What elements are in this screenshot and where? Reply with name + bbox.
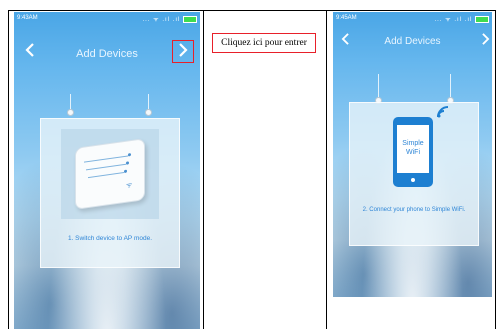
phone-screenshot-step1: 9:43AM ... ᯤ .ıl .ıl Add Devices ᯤ 1. Sw…	[14, 12, 200, 329]
card-pin-left	[67, 109, 74, 116]
router-led	[128, 153, 131, 157]
wifi-icon	[436, 105, 450, 122]
router-line	[84, 155, 128, 163]
card-hanger-left	[378, 74, 379, 99]
table-border-top	[8, 10, 496, 11]
phone-illustration: Simple WiFi	[393, 117, 433, 187]
next-button[interactable]	[481, 32, 490, 50]
status-time: 9:43AM	[17, 15, 38, 21]
router-line	[88, 172, 124, 179]
card-pin-right	[145, 109, 152, 116]
signal-icon: ... ᯤ .ıl .ıl	[142, 17, 181, 23]
router-line	[86, 163, 126, 171]
phone-label-line1: Simple	[402, 140, 424, 147]
signal-icon: ... ᯤ .ıl .ıl	[434, 17, 473, 23]
table-border-right	[495, 10, 496, 329]
step-caption: 2. Connect your phone to Simple WiFi.	[362, 207, 466, 213]
phone-screenshot-step2: 9:45AM ... ᯤ .ıl .ıl Add Devices Simple …	[333, 12, 492, 297]
router-led	[124, 169, 127, 174]
table-border-left	[8, 10, 9, 329]
table-divider-2	[326, 10, 327, 329]
status-time: 9:45AM	[336, 15, 357, 21]
router-illustration: ᯤ	[75, 138, 145, 210]
chevron-right-icon	[482, 33, 490, 45]
wifi-icon: ᯤ	[126, 181, 133, 190]
status-bar: 9:43AM ... ᯤ .ıl .ıl	[14, 12, 200, 26]
card-hanger-right	[450, 74, 451, 99]
status-icons: ... ᯤ .ıl .ıl	[142, 15, 197, 23]
step-caption: 1. Switch device to AP mode.	[67, 235, 153, 242]
next-button-highlight	[172, 40, 194, 63]
table-divider-1	[203, 10, 204, 329]
battery-icon	[183, 15, 197, 23]
phone-label-line2: WiFi	[406, 149, 420, 156]
page-title: Add Devices	[384, 36, 441, 47]
battery-icon	[475, 15, 489, 23]
status-icons: ... ᯤ .ıl .ıl	[434, 15, 489, 23]
status-bar: 9:45AM ... ᯤ .ıl .ıl	[333, 12, 492, 26]
phone-screen: Simple WiFi	[397, 125, 429, 173]
instruction-card: Simple WiFi 2. Connect your phone to Sim…	[349, 102, 479, 246]
instruction-callout: Cliquez ici pour entrer	[212, 33, 316, 53]
instruction-card: ᯤ 1. Switch device to AP mode.	[40, 118, 180, 268]
wifi-signal-icon	[437, 106, 449, 118]
router-led	[126, 161, 129, 165]
phone-home-button	[411, 178, 415, 182]
